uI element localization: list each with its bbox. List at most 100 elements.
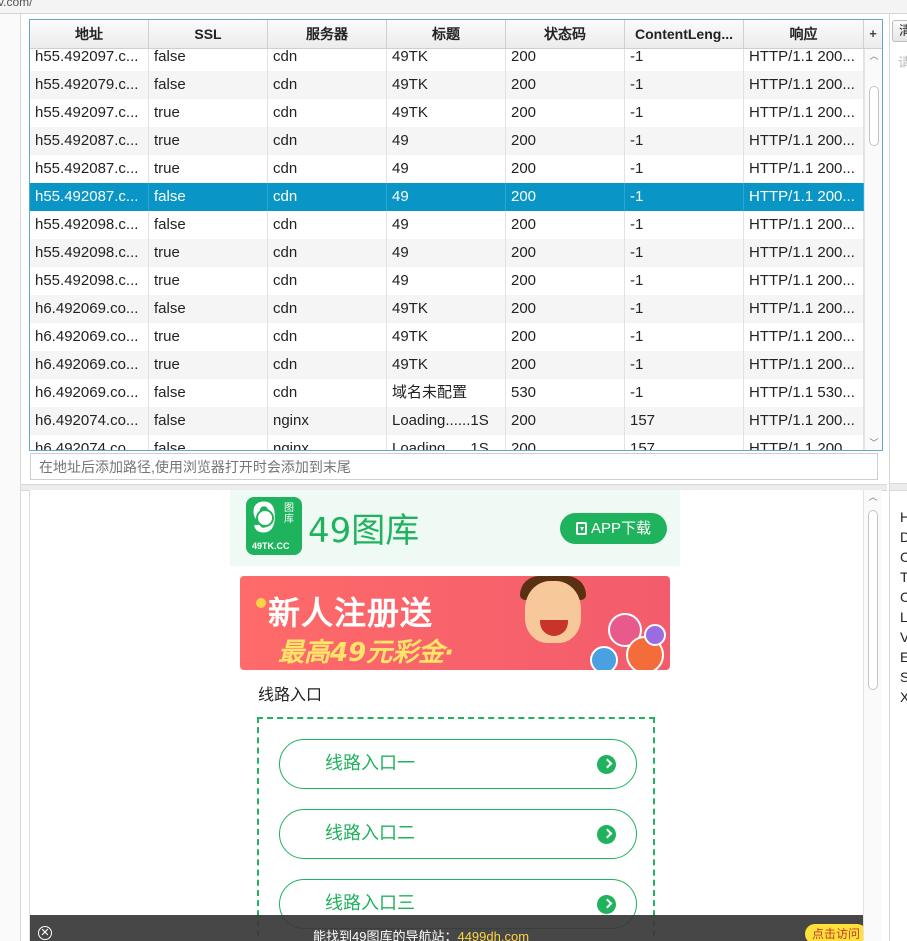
table-row[interactable]: h6.492069.co... true cdn 49TK 200 -1 HTTP/1.1 …: [30, 351, 864, 379]
cell-content-length: -1: [625, 239, 744, 267]
cell-title: 49TK: [387, 351, 506, 379]
path-input[interactable]: [30, 453, 878, 480]
table-row[interactable]: h55.492098.c... false cdn 49 200 -1 HTTP/1.1 2…: [30, 211, 864, 239]
arrow-right-icon: [597, 895, 616, 914]
cell-status: 200: [506, 99, 625, 127]
notice-link[interactable]: 4499dh.com: [457, 929, 529, 941]
cell-content-length: -1: [625, 71, 744, 99]
lottery-ball-icon: [644, 624, 666, 646]
col-header-content-length[interactable]: ContentLeng...: [625, 20, 744, 48]
table-row[interactable]: h55.492087.c... true cdn 49 200 -1 HTTP/1.1 20…: [30, 127, 864, 155]
col-header-status[interactable]: 状态码: [506, 20, 625, 48]
logo-domain: 49TK.CC: [252, 541, 290, 551]
cell-response: HTTP/1.1 200...: [744, 211, 864, 239]
cell-content-length: -1: [625, 183, 744, 211]
scroll-up-icon[interactable]: ︿: [864, 490, 882, 503]
table-row[interactable]: h55.492087.c... false cdn 49 200 -1 HTTP/1.1 2…: [30, 183, 864, 211]
cell-response: HTTP/1.1 200...: [744, 267, 864, 295]
col-header-server[interactable]: 服务器: [268, 20, 387, 48]
cell-server: cdn: [268, 211, 387, 239]
cell-ssl: true: [149, 99, 268, 127]
cell-response: HTTP/1.1 200...: [744, 99, 864, 127]
left-panel-edge: [0, 14, 21, 941]
cell-ssl: false: [149, 379, 268, 407]
cell-server: cdn: [268, 49, 387, 71]
cell-ssl: true: [149, 127, 268, 155]
preview-scrollbar[interactable]: ︿: [863, 490, 882, 941]
cell-ssl: false: [149, 71, 268, 99]
cell-server: cdn: [268, 71, 387, 99]
route-button-1[interactable]: 线路入口一: [279, 739, 637, 789]
scroll-down-icon[interactable]: ﹀: [865, 436, 882, 450]
header-initial: V: [900, 627, 907, 647]
cell-title: 49TK: [387, 71, 506, 99]
cell-address: h6.492069.co...: [30, 323, 149, 351]
cell-title: 49TK: [387, 99, 506, 127]
results-table[interactable]: 地址 SSL 服务器 标题 状态码 ContentLeng... 响应 + h5…: [29, 19, 883, 451]
right-panel-divider[interactable]: [890, 483, 907, 491]
cell-response: HTTP/1.1 200...: [744, 239, 864, 267]
cell-server: cdn: [268, 99, 387, 127]
col-header-address[interactable]: 地址: [30, 20, 149, 48]
route-button-2[interactable]: 线路入口二: [279, 809, 637, 859]
table-row[interactable]: h55.492079.c... false cdn 49TK 200 -1 HTTP/1.1…: [30, 71, 864, 99]
cell-title: 49: [387, 155, 506, 183]
promo-banner[interactable]: 新人注册送 最高49元彩金·: [240, 576, 670, 670]
header-initial: H: [900, 507, 907, 527]
visit-button[interactable]: 点击访问: [805, 924, 864, 941]
cell-ssl: true: [149, 351, 268, 379]
cell-content-length: -1: [625, 351, 744, 379]
cell-address: h55.492087.c...: [30, 183, 149, 211]
col-header-title[interactable]: 标题: [387, 20, 506, 48]
scroll-up-icon[interactable]: ︿: [865, 49, 882, 63]
app-download-button[interactable]: APP下载: [560, 513, 667, 544]
cell-server: cdn: [268, 183, 387, 211]
table-row[interactable]: h6.492074.co... false nginx Loading......1S…: [30, 435, 864, 450]
col-header-ssl[interactable]: SSL: [149, 20, 268, 48]
table-row[interactable]: h6.492069.co... false cdn 49TK 200 -1 HTTP/1.1…: [30, 295, 864, 323]
download-icon: [575, 522, 587, 535]
cell-ssl: false: [149, 49, 268, 71]
cell-title: Loading......1S: [387, 407, 506, 435]
cell-ssl: true: [149, 267, 268, 295]
table-row[interactable]: h6.492069.co... true cdn 49TK 200 -1 HTTP/1.1 …: [30, 323, 864, 351]
cell-server: cdn: [268, 267, 387, 295]
add-column-icon[interactable]: +: [864, 20, 882, 48]
address-bar[interactable]: v.com/: [0, 0, 907, 14]
header-list: HDCTCLVESX: [900, 507, 907, 707]
close-icon[interactable]: ✕: [38, 926, 52, 940]
address-bar-text: v.com/: [0, 0, 33, 9]
clear-button[interactable]: 清: [892, 20, 907, 42]
cell-response: HTTP/1.1 200...: [744, 155, 864, 183]
cell-ssl: false: [149, 183, 268, 211]
col-header-response[interactable]: 响应: [744, 20, 864, 48]
scroll-thumb[interactable]: [868, 510, 878, 690]
cell-status: 200: [506, 351, 625, 379]
cell-address: h55.492097.c...: [30, 49, 149, 71]
right-panel: 清 请 HDCTCLVESX: [889, 14, 907, 941]
cell-status: 200: [506, 183, 625, 211]
cell-address: h55.492097.c...: [30, 99, 149, 127]
table-row[interactable]: h55.492098.c... true cdn 49 200 -1 HTTP/1.1 20…: [30, 267, 864, 295]
scroll-thumb[interactable]: [869, 86, 879, 146]
cell-title: 49TK: [387, 49, 506, 71]
table-row[interactable]: h55.492097.c... false cdn 49TK 200 -1 HTTP/1.1…: [30, 49, 864, 71]
web-preview[interactable]: 9 图库 49TK.CC 49图库 APP下载 新人注册送 最高49元彩金· 线…: [29, 490, 864, 941]
table-row[interactable]: h6.492074.co... false nginx Loading......1S…: [30, 407, 864, 435]
cell-title: 域名未配置: [387, 379, 506, 407]
table-row[interactable]: h55.492097.c... true cdn 49TK 200 -1 HTTP/1.1 …: [30, 99, 864, 127]
cell-server: nginx: [268, 435, 387, 450]
cell-content-length: -1: [625, 127, 744, 155]
cell-response: HTTP/1.1 200...: [744, 323, 864, 351]
cell-content-length: -1: [625, 323, 744, 351]
cell-address: h55.492098.c...: [30, 239, 149, 267]
cell-server: cdn: [268, 379, 387, 407]
cell-content-length: -1: [625, 211, 744, 239]
table-row[interactable]: h55.492087.c... true cdn 49 200 -1 HTTP/1.1 20…: [30, 155, 864, 183]
table-row[interactable]: h55.492098.c... true cdn 49 200 -1 HTTP/1.1 20…: [30, 239, 864, 267]
table-scrollbar[interactable]: ︿ ﹀: [864, 49, 882, 450]
cell-content-length: -1: [625, 379, 744, 407]
cell-server: cdn: [268, 127, 387, 155]
table-row[interactable]: h6.492069.co... false cdn 域名未配置 530 -1 HTTP/1.…: [30, 379, 864, 407]
cell-response: HTTP/1.1 530...: [744, 379, 864, 407]
